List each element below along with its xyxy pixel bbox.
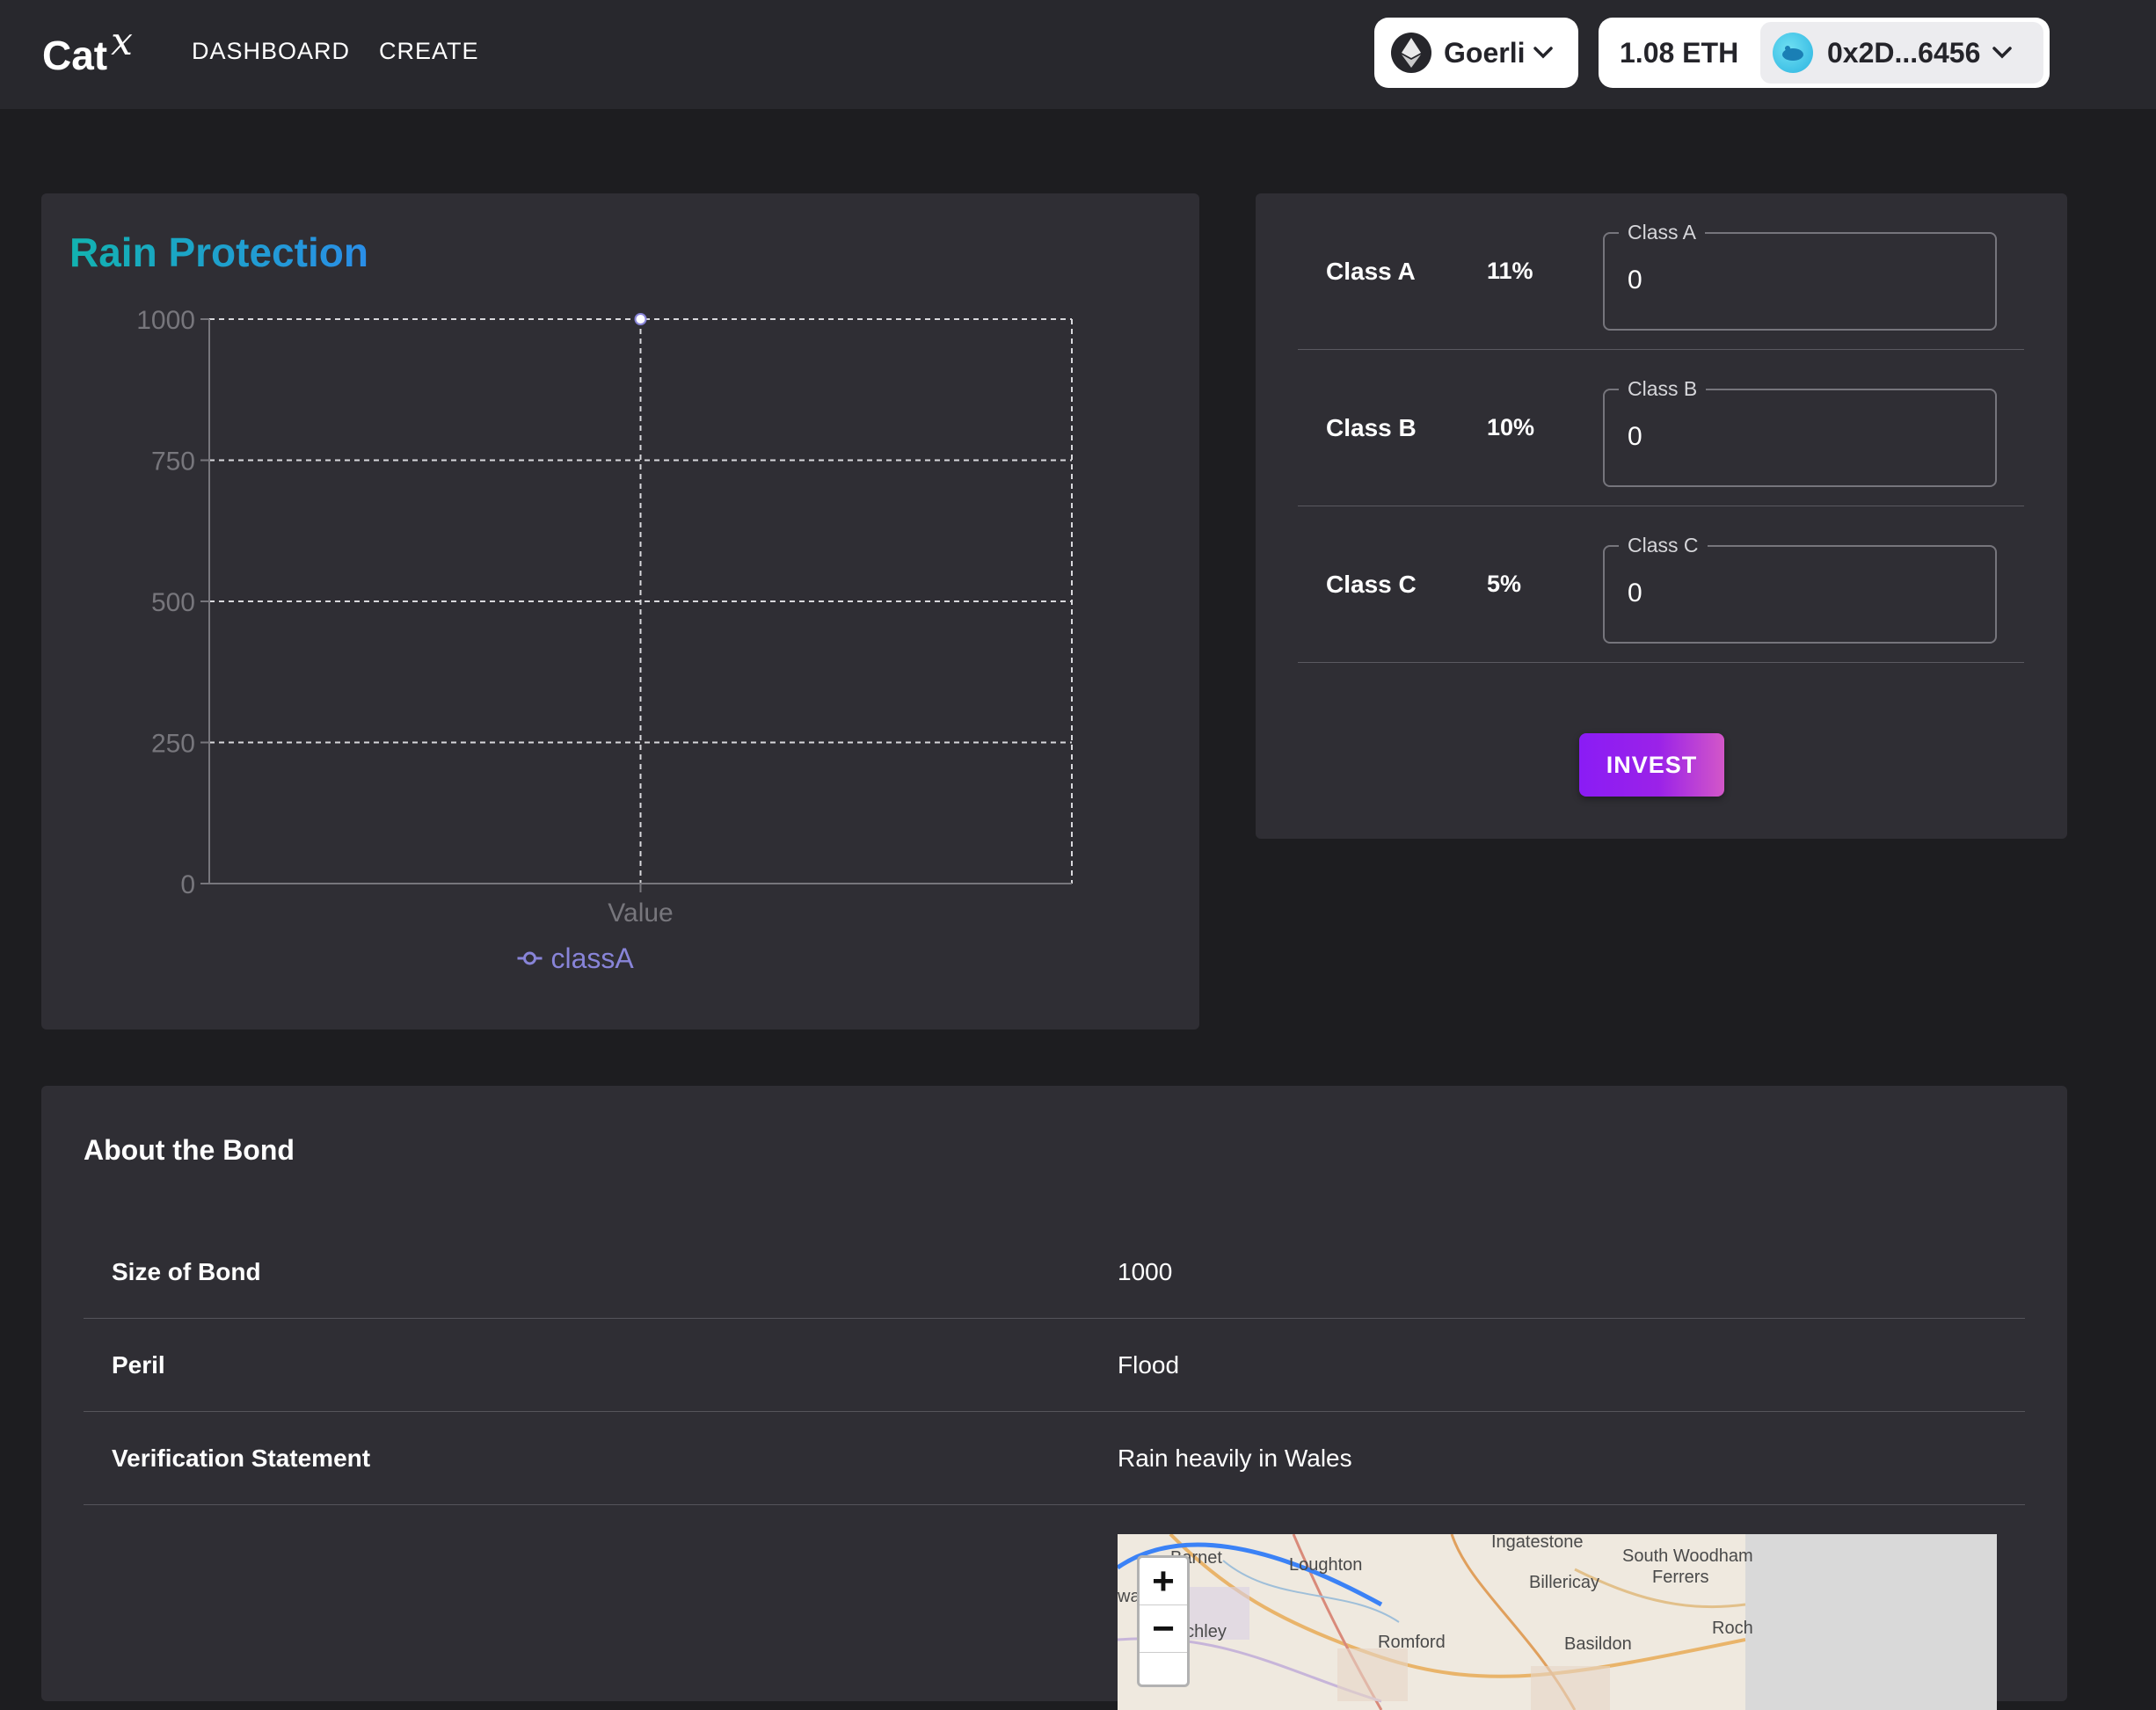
class-name: Class A xyxy=(1326,258,1416,285)
row-value: Rain heavily in Wales xyxy=(1118,1444,1352,1472)
class-b-amount-input[interactable] xyxy=(1628,422,1970,452)
map-place-label: Basildon xyxy=(1564,1634,1632,1654)
map-place-label: South Woodham xyxy=(1622,1546,1753,1566)
location-map[interactable]: Ingatestone South Woodham Ferrers Barnet… xyxy=(1118,1534,1997,1710)
wallet-balance: 1.08 ETH xyxy=(1620,36,1739,69)
catx-logo[interactable]: Cat 𝑥 xyxy=(42,19,133,84)
row-value: 1000 xyxy=(1118,1258,1173,1285)
map-tiles[interactable]: Ingatestone South Woodham Ferrers Barnet… xyxy=(1118,1534,1753,1710)
invest-button[interactable]: INVEST xyxy=(1579,733,1724,797)
map-place-label: Ingatestone xyxy=(1491,1534,1584,1552)
row-label: Verification Statement xyxy=(112,1444,371,1472)
y-tick-label: 1000 xyxy=(136,306,195,335)
class-percentage: 10% xyxy=(1487,414,1535,440)
field-label: Class B xyxy=(1619,377,1707,401)
class-b-row: Class B 10% Class B xyxy=(1298,350,2024,506)
main-nav: DASHBOARD CREATE xyxy=(192,38,479,65)
legend-marker xyxy=(523,951,536,965)
class-c-row: Class C 5% Class C xyxy=(1298,506,2024,663)
y-tick-label: 0 xyxy=(180,870,195,899)
x-tick-label: Value xyxy=(608,899,674,928)
map-zoom-control: + − xyxy=(1137,1555,1190,1687)
field-label: Class C xyxy=(1619,534,1708,557)
row-value: Flood xyxy=(1118,1351,1180,1379)
account-address: 0x2D...6456 xyxy=(1827,36,1981,69)
map-place-label: Romford xyxy=(1378,1633,1446,1652)
data-point xyxy=(634,313,647,325)
map-place-label: Ferrers xyxy=(1652,1568,1709,1587)
line-chart: 0 250 500 750 1000 Value classA xyxy=(136,306,1073,974)
field-label: Class A xyxy=(1619,221,1705,244)
legend-label: classA xyxy=(551,942,635,974)
nav-create[interactable]: CREATE xyxy=(379,38,479,65)
class-a-field[interactable]: Class A xyxy=(1603,221,1997,331)
top-app-bar: Cat 𝑥 DASHBOARD CREATE Goerli 1.08 ETH 0… xyxy=(0,0,2156,109)
map-place-label: Roch xyxy=(1712,1619,1753,1638)
about-title: About the Bond xyxy=(84,1134,295,1166)
map-place-label: Billericay xyxy=(1529,1573,1600,1592)
table-row: Verification Statement Rain heavily in W… xyxy=(84,1412,2025,1505)
y-tick-label: 500 xyxy=(151,588,195,617)
account-widget: 1.08 ETH 0x2D...6456 xyxy=(1599,18,2050,88)
class-percentage: 11% xyxy=(1487,258,1533,284)
avatar-icon xyxy=(1773,33,1813,73)
logo-superscript: 𝑥 xyxy=(111,19,133,64)
class-c-amount-input[interactable] xyxy=(1628,578,1970,608)
class-c-field[interactable]: Class C xyxy=(1603,534,1997,644)
ethereum-icon xyxy=(1391,33,1431,73)
map-place-label: Loughton xyxy=(1289,1555,1363,1575)
zoom-in-button[interactable]: + xyxy=(1140,1558,1187,1605)
chevron-down-icon xyxy=(1533,47,1554,59)
row-label: Size of Bond xyxy=(112,1258,261,1285)
nav-dashboard[interactable]: DASHBOARD xyxy=(192,38,350,65)
account-button[interactable]: 0x2D...6456 xyxy=(1760,22,2043,84)
chevron-down-icon xyxy=(1992,47,2013,59)
class-a-amount-input[interactable] xyxy=(1628,266,1970,295)
class-percentage: 5% xyxy=(1487,571,1522,597)
about-bond-card: About the Bond Size of Bond 1000 Peril F… xyxy=(41,1086,2067,1710)
class-a-row: Class A 11% Class A xyxy=(1298,193,2024,350)
class-name: Class B xyxy=(1326,414,1417,441)
invest-card: Class A 11% Class A Class B 10% Class B … xyxy=(1256,193,2067,839)
table-row: Size of Bond 1000 xyxy=(84,1226,2025,1319)
network-name: Goerli xyxy=(1444,36,1526,69)
chart-card: Rain Protection 0 250 500 750 1000 Value class… xyxy=(41,193,1199,1030)
network-selector-button[interactable]: Goerli xyxy=(1374,18,1578,88)
y-tick-label: 750 xyxy=(151,448,195,477)
class-b-field[interactable]: Class B xyxy=(1603,377,1997,487)
logo-text: Cat xyxy=(42,33,108,78)
y-tick-label: 250 xyxy=(151,730,195,759)
class-name: Class C xyxy=(1326,571,1417,598)
row-label: Peril xyxy=(112,1351,165,1379)
table-row: Peril Flood xyxy=(84,1319,2025,1412)
